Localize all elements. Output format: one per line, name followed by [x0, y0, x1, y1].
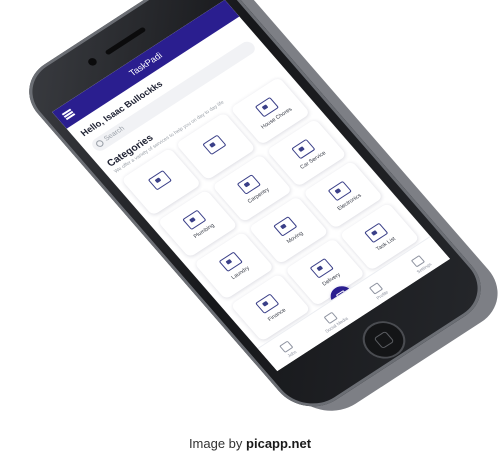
phone: TaskPadi Hello, Isaac Bullockks Search C… — [12, 0, 500, 426]
speaker — [104, 26, 147, 56]
blank-icon — [147, 169, 172, 191]
tab-social-media[interactable]: Social Media — [317, 308, 349, 334]
search-icon — [94, 138, 106, 149]
image-credit: Image by picapp.net — [0, 436, 500, 451]
menu-icon[interactable] — [61, 108, 76, 121]
tab-profile[interactable]: Profile — [368, 281, 389, 301]
credit-prefix: Image by — [188, 436, 247, 451]
tab-settings[interactable]: Settings — [408, 253, 433, 274]
tile-label: Moving — [285, 230, 305, 245]
blank-icon — [201, 134, 227, 155]
phone-screen: TaskPadi Hello, Isaac Bullockks Search C… — [52, 0, 451, 372]
credit-brand: picapp.net — [246, 436, 312, 451]
mockup-stage: TaskPadi Hello, Isaac Bullockks Search C… — [0, 0, 500, 454]
camera-icon — [86, 56, 99, 68]
tab-jobs[interactable]: Jobs — [278, 340, 298, 359]
search-placeholder: Search — [102, 125, 127, 143]
